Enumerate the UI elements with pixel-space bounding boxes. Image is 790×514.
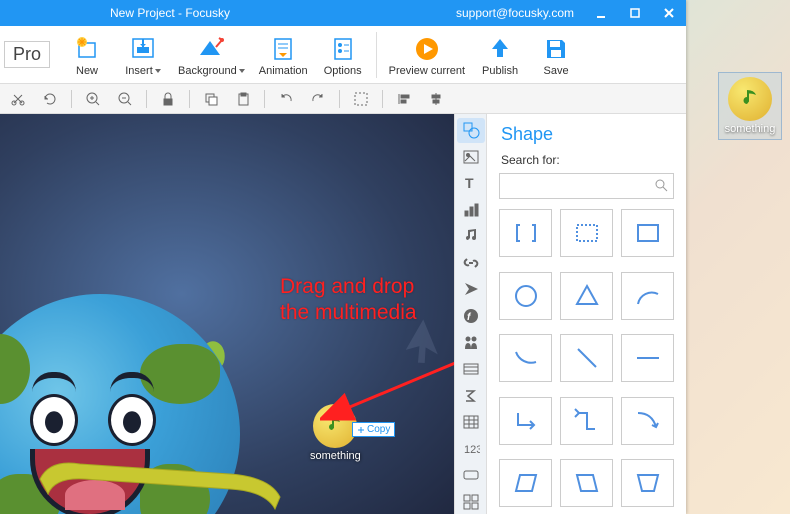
shape-parallelogram-2[interactable] [560,459,613,507]
svg-text:123: 123 [464,444,480,456]
side-tool-number[interactable]: 123 [457,436,485,461]
rotate-button[interactable] [36,87,64,111]
cut-button[interactable] [4,87,32,111]
separator [71,90,72,108]
dropdown-arrow-icon [155,69,161,73]
copy-button[interactable] [197,87,225,111]
side-tool-link[interactable] [457,251,485,276]
side-tool-button[interactable] [457,463,485,488]
shape-rect[interactable] [621,209,674,257]
options-button[interactable]: Options [316,31,370,79]
save-icon [542,33,570,65]
side-tool-flash[interactable]: f [457,304,485,329]
application-window: New Project - Focusky support@focusky.co… [0,0,686,514]
copy-tooltip: Copy [352,422,395,437]
side-tool-chart[interactable] [457,198,485,223]
canvas[interactable]: Copy something Drag and drop the multime… [0,114,454,514]
paste-button[interactable] [229,87,257,111]
main-area: Copy something Drag and drop the multime… [0,114,686,514]
shape-trapezoid[interactable] [621,459,674,507]
side-tool-symbol[interactable] [457,277,485,302]
side-tool-music[interactable] [457,224,485,249]
shape-connector-1[interactable] [499,397,552,445]
insert-icon [129,33,157,65]
background-icon [196,33,226,65]
separator [189,90,190,108]
lock-button[interactable] [154,87,182,111]
separator [146,90,147,108]
desktop-file-icon[interactable]: something [718,72,782,140]
dropped-file-label: something [310,450,361,462]
dropped-file-item[interactable]: Copy something [310,404,361,462]
shape-triangle[interactable] [560,272,613,320]
desktop-file-label: something [725,123,776,135]
shape-rect-dashed[interactable] [560,209,613,257]
animation-icon [269,33,297,65]
separator [382,90,383,108]
side-tool-shapes[interactable] [457,118,485,143]
align-left-button[interactable] [390,87,418,111]
shape-curve-arrow[interactable] [621,397,674,445]
shape-grid [487,209,686,514]
search-label: Search for: [487,151,686,169]
side-tool-table[interactable] [457,410,485,435]
publish-icon [486,33,514,65]
select-button[interactable] [347,87,375,111]
align-center-button[interactable] [422,87,450,111]
side-tool-group[interactable] [457,330,485,355]
window-title: New Project - Focusky [0,6,456,20]
shape-search-input[interactable] [499,173,674,199]
canvas-banner-graphic [30,449,290,514]
minimize-button[interactable] [584,0,618,26]
zoom-in-button[interactable] [79,87,107,111]
music-file-icon [313,404,357,448]
separator [339,90,340,108]
side-tool-formula[interactable] [457,383,485,408]
support-link[interactable]: support@focusky.com [456,6,574,20]
shape-line-horiz[interactable] [621,334,674,382]
shape-panel-title: Shape [487,114,686,151]
shape-arc[interactable] [621,272,674,320]
separator [376,32,377,78]
ribbon-toolbar: Pro New Insert Background Animation Opti… [0,26,686,84]
new-icon [73,33,101,65]
shape-curve-down[interactable] [499,334,552,382]
pro-badge: Pro [4,41,50,68]
preview-button[interactable]: Preview current [383,31,471,79]
redo-button[interactable] [304,87,332,111]
side-tool-strip: T f 123 [454,114,486,514]
save-button[interactable]: Save [529,31,583,79]
shape-connector-2[interactable] [560,397,613,445]
side-tool-misc[interactable] [457,489,485,514]
music-file-icon [728,77,772,121]
shape-brackets[interactable] [499,209,552,257]
secondary-toolbar [0,84,686,114]
maximize-button[interactable] [618,0,652,26]
shape-line-diag[interactable] [560,334,613,382]
shape-circle[interactable] [499,272,552,320]
options-icon [329,33,357,65]
animation-button[interactable]: Animation [253,31,314,79]
side-tool-image[interactable] [457,145,485,170]
side-tool-text[interactable]: T [457,171,485,196]
side-tool-video[interactable] [457,357,485,382]
dropdown-arrow-icon [239,69,245,73]
annotation-text: Drag and drop the multimedia [280,274,417,327]
undo-button[interactable] [272,87,300,111]
search-icon[interactable] [654,178,668,197]
background-button[interactable]: Background [172,31,251,79]
svg-text:T: T [465,175,474,191]
close-button[interactable] [652,0,686,26]
preview-icon [413,33,441,65]
plus-icon [357,426,365,434]
zoom-out-button[interactable] [111,87,139,111]
publish-button[interactable]: Publish [473,31,527,79]
separator [264,90,265,108]
new-button[interactable]: New [60,31,114,79]
insert-button[interactable]: Insert [116,31,170,79]
shape-parallelogram-1[interactable] [499,459,552,507]
shape-panel: Shape Search for: [486,114,686,514]
title-bar: New Project - Focusky support@focusky.co… [0,0,686,26]
